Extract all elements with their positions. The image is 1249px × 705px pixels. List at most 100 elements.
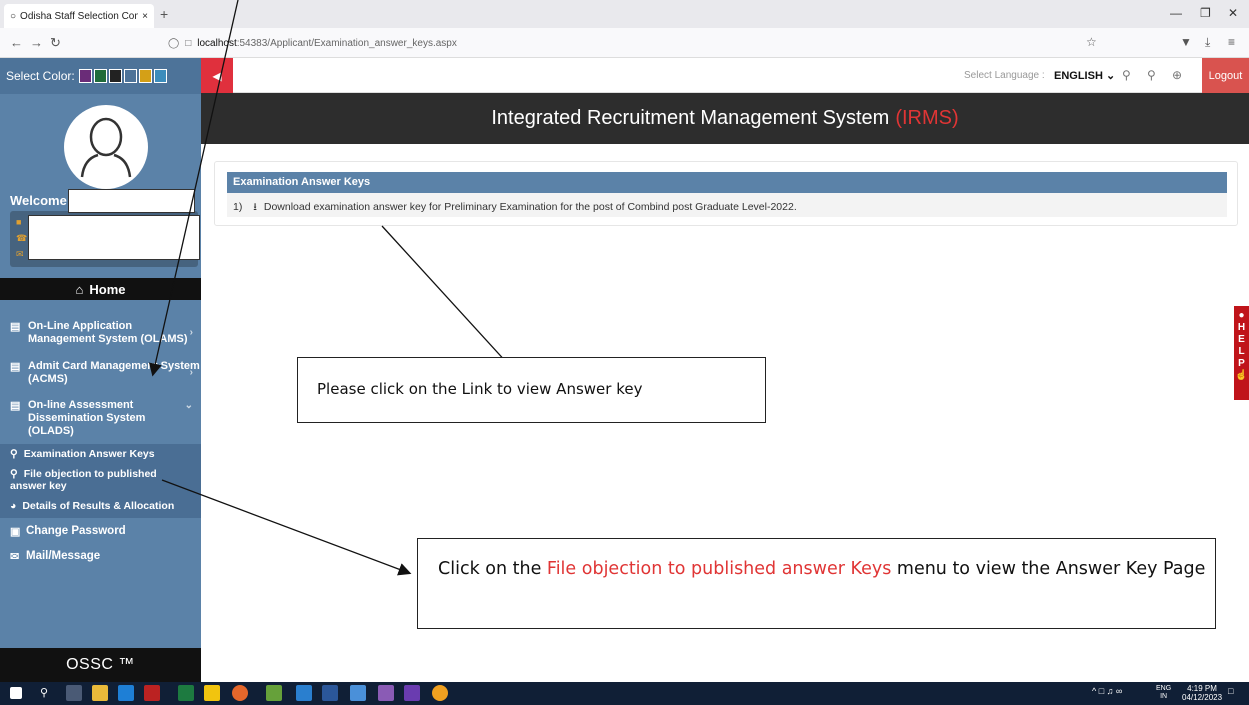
pie-chart-icon: ◕	[10, 500, 17, 512]
maximize-icon[interactable]: ❐	[1200, 6, 1211, 20]
swatch-lightblue[interactable]	[153, 69, 167, 83]
pocket-icon[interactable]: ▼	[1180, 35, 1192, 49]
user-small-icon: ■	[16, 217, 22, 227]
sidebar-item-label: Admit Card Management System (ACMS)	[28, 360, 200, 385]
sidebar-toggle-button[interactable]: ◀	[201, 58, 233, 93]
key-icon: ⚲	[10, 468, 18, 480]
id-card-icon: ▤	[10, 321, 21, 333]
forward-icon[interactable]: →	[30, 35, 43, 50]
answer-key-download-link[interactable]: Download examination answer key for Prel…	[264, 201, 797, 213]
chevron-right-icon: ›	[189, 327, 193, 338]
language-select[interactable]: ENGLISH ⌄	[1054, 69, 1115, 82]
avatar	[64, 105, 148, 189]
snipping-icon[interactable]	[266, 685, 282, 701]
firefox-icon[interactable]	[232, 685, 248, 701]
language-indicator[interactable]: ENG IN	[1156, 685, 1171, 701]
minimize-icon[interactable]: —	[1170, 6, 1182, 20]
tab-favicon-icon: ○	[10, 10, 17, 22]
home-label: Home	[89, 281, 126, 297]
swatch-purple[interactable]	[78, 69, 92, 83]
app2-icon[interactable]	[350, 685, 366, 701]
home-icon: ⌂	[75, 281, 84, 297]
tab-title: Odisha Staff Selection Commis	[20, 10, 138, 22]
logout-button[interactable]: Logout	[1202, 58, 1249, 93]
key-icon: ⚲	[10, 448, 18, 460]
swatch-green[interactable]	[93, 69, 107, 83]
hand-pointer-icon: ☝	[1235, 370, 1248, 381]
select-language-label: Select Language :	[964, 70, 1045, 81]
color-selector: Select Color:	[0, 58, 201, 94]
windows-taskbar: ⚲ ^ □ ♫ ∞ ENG IN 4:19 PM 04/12/2023 □	[0, 682, 1249, 705]
submenu-file-objection[interactable]: ⚲ File objection to published answer key	[10, 468, 180, 492]
page-title: Integrated Recruitment Management System…	[201, 93, 1249, 144]
sidebar-item-label: On-Line Application Management System (O…	[28, 320, 188, 345]
reload-icon[interactable]: ↻	[50, 35, 61, 51]
page-title-accent: (IRMS)	[895, 107, 959, 129]
phone-icon: ☎	[16, 233, 28, 243]
close-icon[interactable]: ×	[142, 11, 148, 22]
word-icon[interactable]	[322, 685, 338, 701]
back-icon[interactable]: ←	[10, 35, 23, 50]
download-icon[interactable]: ⤓	[1205, 35, 1210, 50]
sidebar-item-mail[interactable]: ✉ Mail/Message	[0, 550, 201, 563]
arrow-to-link	[381, 225, 521, 378]
top-header: ◀ Select Language : ENGLISH ⌄ ⚲ ⚲ ⊕ Logo…	[201, 58, 1249, 93]
mail-small-icon: ✉	[16, 249, 24, 259]
excel-icon[interactable]	[178, 685, 194, 701]
chevron-down-icon: ⌄	[184, 400, 193, 411]
visual-studio-icon[interactable]	[404, 685, 420, 701]
select-color-label: Select Color:	[6, 69, 75, 83]
task-view-icon[interactable]	[66, 685, 82, 701]
shield-icon: ◯	[168, 37, 180, 49]
notifications-icon[interactable]: □	[1228, 686, 1233, 696]
submenu-examination-answer-keys[interactable]: ⚲ Examination Answer Keys	[10, 448, 155, 460]
answer-keys-panel: Examination Answer Keys 1) ⭳ Download ex…	[214, 161, 1238, 226]
help-tab[interactable]: ● H E L P ☝	[1234, 306, 1249, 400]
vs-code-icon[interactable]	[378, 685, 394, 701]
menu-icon[interactable]: ≡	[1228, 35, 1235, 49]
bookmark-star-icon[interactable]: ☆	[1086, 35, 1097, 49]
list-item: 1) ⭳ Download examination answer key for…	[227, 193, 1227, 217]
redacted-contact	[28, 215, 200, 260]
ie-icon[interactable]	[118, 685, 134, 701]
submenu-results-allocation[interactable]: ◕ Details of Results & Allocation	[10, 500, 174, 512]
sidebar: Select Color: Welcome ■ ☎ ✉ ⌂ Home ▤ On-…	[0, 58, 201, 682]
tray-icons[interactable]: ^ □ ♫ ∞	[1092, 686, 1122, 696]
app-icon[interactable]	[296, 685, 312, 701]
paint-icon[interactable]	[204, 685, 220, 701]
search-icon[interactable]: ⚲	[40, 686, 48, 699]
browser-navbar: ← → ↻ ◯ □ localhost:54383/Applicant/Exam…	[0, 28, 1249, 58]
zoom-out-icon[interactable]: ⚲	[1122, 68, 1131, 82]
caret-left-icon: ◀	[212, 68, 222, 83]
panel-title: Examination Answer Keys	[227, 172, 1227, 193]
sidebar-item-change-password[interactable]: ▣ Change Password	[0, 525, 201, 538]
sidebar-item-acms[interactable]: ▤ Admit Card Management System (ACMS) ›	[0, 360, 201, 388]
sidebar-footer-logo: OSSC ™	[0, 648, 201, 682]
page-icon: □	[185, 37, 192, 49]
window-close-icon[interactable]: ✕	[1228, 6, 1238, 20]
swatch-yellow[interactable]	[138, 69, 152, 83]
clock[interactable]: 4:19 PM 04/12/2023	[1182, 684, 1222, 702]
zoom-in-icon[interactable]: ⊕	[1172, 68, 1182, 82]
sidebar-item-olads[interactable]: ▤ On-line Assessment Dissemination Syste…	[0, 399, 201, 441]
callout-view-answer-key: Please click on the Link to view Answer …	[297, 357, 766, 423]
file-explorer-icon[interactable]	[92, 685, 108, 701]
swatch-blue[interactable]	[123, 69, 137, 83]
browser-tab[interactable]: ○ Odisha Staff Selection Commis ×	[4, 4, 154, 28]
envelope-icon: ✉	[10, 551, 20, 563]
sidebar-item-olams[interactable]: ▤ On-Line Application Management System …	[0, 320, 201, 348]
zoom-reset-icon[interactable]: ⚲	[1147, 68, 1156, 82]
swatch-black[interactable]	[108, 69, 122, 83]
user-icon	[80, 117, 132, 178]
sidebar-item-home[interactable]: ⌂ Home	[0, 278, 201, 300]
chevron-down-icon: ⌄	[1105, 70, 1116, 82]
url-bar[interactable]: ◯ □ localhost:54383/Applicant/Examinatio…	[158, 32, 1108, 54]
id-card-icon: ▤	[10, 361, 21, 373]
chrome-icon[interactable]	[432, 685, 448, 701]
new-tab-button[interactable]: +	[160, 6, 168, 22]
chat-icon: ●	[1238, 310, 1245, 321]
browser-tabbar: ○ Odisha Staff Selection Commis × + — ❐ …	[0, 0, 1249, 28]
windows-start-icon[interactable]	[10, 687, 22, 699]
filezilla-icon[interactable]	[144, 685, 160, 701]
url-host: localhost	[197, 37, 237, 49]
